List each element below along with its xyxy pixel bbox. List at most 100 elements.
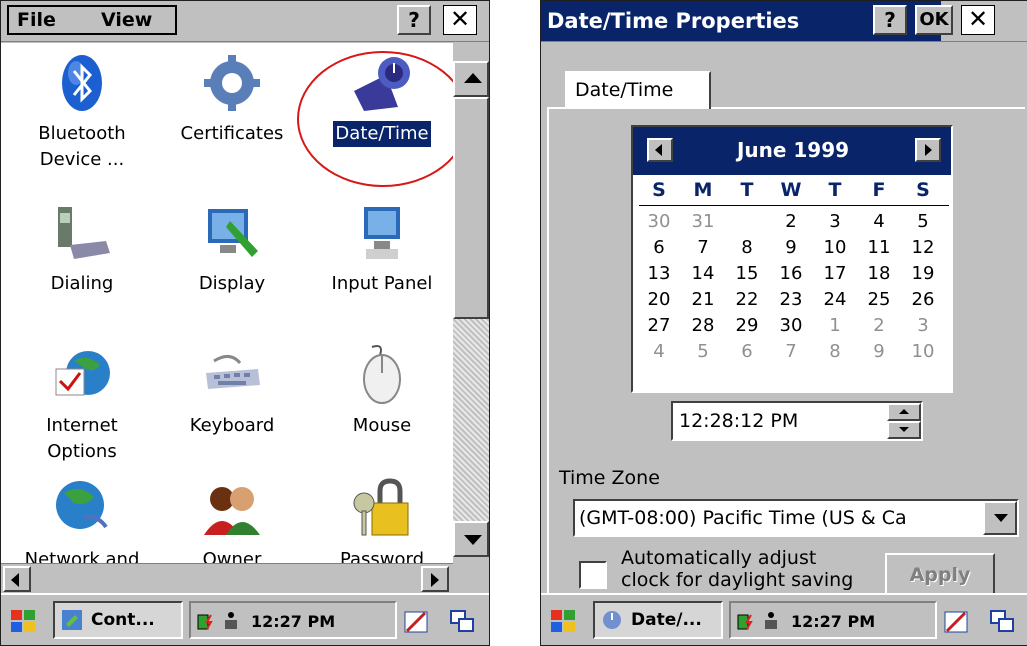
- cp-item-bluetooth[interactable]: Bluetooth Device ...: [7, 51, 157, 173]
- calendar-day[interactable]: 19: [903, 261, 943, 287]
- task-button[interactable]: Date/...: [593, 601, 723, 639]
- next-month-button[interactable]: [915, 138, 941, 162]
- help-button[interactable]: ?: [873, 5, 907, 35]
- time-spinner[interactable]: [887, 403, 921, 439]
- start-icon[interactable]: [549, 607, 577, 635]
- calendar-day[interactable]: 1: [815, 313, 855, 339]
- network-status-icon[interactable]: [221, 611, 241, 631]
- calendar-day[interactable]: 5: [683, 339, 723, 365]
- cp-item-certificates[interactable]: Certificates: [157, 51, 307, 147]
- calendar-day[interactable]: 10: [903, 339, 943, 365]
- input-toggle-icon[interactable]: [403, 609, 429, 635]
- calendar-day[interactable]: 2: [771, 209, 811, 235]
- calendar-day[interactable]: 4: [639, 339, 679, 365]
- scroll-thumb[interactable]: [453, 97, 489, 319]
- calendar-day[interactable]: 24: [815, 287, 855, 313]
- time-zone-select[interactable]: (GMT-08:00) Pacific Time (US & Ca: [573, 499, 1019, 537]
- calendar-day[interactable]: 3: [815, 209, 855, 235]
- calendar-day[interactable]: 8: [727, 235, 767, 261]
- calendar-day[interactable]: 30: [771, 313, 811, 339]
- calendar-day[interactable]: 20: [639, 287, 679, 313]
- calendar-day[interactable]: 9: [859, 339, 899, 365]
- cp-item-owner[interactable]: Owner: [157, 477, 307, 563]
- calendar-day[interactable]: 12: [903, 235, 943, 261]
- time-zone-dropdown-button[interactable]: [983, 501, 1017, 535]
- scroll-left-button[interactable]: [3, 566, 31, 592]
- auto-dst-checkbox[interactable]: [579, 561, 607, 589]
- calendar-day[interactable]: 10: [815, 235, 855, 261]
- cp-item-internet-options[interactable]: Internet Options: [7, 343, 157, 465]
- calendar-day[interactable]: 7: [771, 339, 811, 365]
- file-menu[interactable]: File: [17, 9, 56, 31]
- h-scroll-thumb[interactable]: [31, 566, 421, 592]
- horizontal-scrollbar[interactable]: [1, 563, 453, 594]
- calendar[interactable]: June 1999 SMTWTFS 30 31 1 2 3 4 5 6 7 8 9 10 11 12 13 1…: [631, 125, 953, 393]
- task-button[interactable]: Cont...: [53, 601, 183, 639]
- cp-item-password[interactable]: Password: [307, 477, 453, 563]
- scroll-up-button[interactable]: [453, 61, 489, 97]
- calendar-day[interactable]: 6: [727, 339, 767, 365]
- owner-icon: [200, 477, 264, 541]
- calendar-day[interactable]: 29: [727, 313, 767, 339]
- calendar-day[interactable]: 8: [815, 339, 855, 365]
- calendar-day[interactable]: 2: [859, 313, 899, 339]
- clock[interactable]: 12:27 PM: [251, 612, 335, 631]
- calendar-day[interactable]: 23: [771, 287, 811, 313]
- cp-item-keyboard[interactable]: Keyboard: [157, 343, 307, 439]
- calendar-day[interactable]: 14: [683, 261, 723, 287]
- weekday-label: T: [740, 179, 754, 201]
- windows-switch-icon[interactable]: [449, 609, 475, 635]
- calendar-day[interactable]: 11: [859, 235, 899, 261]
- calendar-day[interactable]: 31: [683, 209, 723, 235]
- cp-item-mouse[interactable]: Mouse: [307, 343, 453, 439]
- prev-month-button[interactable]: [647, 138, 673, 162]
- title-bar: Date/Time Properties ? OK ✕: [541, 1, 1027, 42]
- calendar-day[interactable]: 4: [859, 209, 899, 235]
- help-button[interactable]: ?: [397, 5, 431, 35]
- calendar-day[interactable]: 9: [771, 235, 811, 261]
- view-menu[interactable]: View: [101, 9, 152, 31]
- menu-box: File View: [7, 5, 177, 35]
- time-field[interactable]: 12:28:12 PM: [671, 401, 923, 441]
- calendar-day[interactable]: 3: [903, 313, 943, 339]
- windows-switch-icon[interactable]: [989, 609, 1015, 635]
- calendar-day[interactable]: 17: [815, 261, 855, 287]
- cp-item-display[interactable]: Display: [157, 201, 307, 297]
- cp-item-dialing[interactable]: Dialing: [7, 201, 157, 297]
- cp-item-input-panel[interactable]: Input Panel: [307, 201, 453, 297]
- calendar-day[interactable]: 25: [859, 287, 899, 313]
- calendar-day[interactable]: 26: [903, 287, 943, 313]
- scroll-right-button[interactable]: [421, 566, 449, 592]
- calendar-day[interactable]: 16: [771, 261, 811, 287]
- close-button[interactable]: ✕: [443, 5, 477, 35]
- calendar-day[interactable]: 13: [639, 261, 679, 287]
- calendar-day-selected[interactable]: 1: [727, 209, 767, 235]
- input-toggle-icon[interactable]: [943, 609, 969, 635]
- battery-icon[interactable]: [735, 611, 755, 631]
- calendar-day[interactable]: 15: [727, 261, 767, 287]
- calendar-day[interactable]: 27: [639, 313, 679, 339]
- ok-button[interactable]: OK: [915, 5, 953, 35]
- tab-date-time[interactable]: Date/Time: [565, 71, 711, 109]
- scroll-down-button[interactable]: [453, 521, 489, 557]
- spin-down-button[interactable]: [887, 421, 921, 439]
- cp-item-network[interactable]: Network and: [7, 477, 157, 563]
- network-status-icon[interactable]: [761, 611, 781, 631]
- cp-label-2: Device ...: [39, 149, 125, 170]
- clock[interactable]: 12:27 PM: [791, 612, 875, 631]
- battery-icon[interactable]: [195, 611, 215, 631]
- close-button[interactable]: ✕: [961, 5, 995, 35]
- calendar-day[interactable]: 5: [903, 209, 943, 235]
- spin-up-button[interactable]: [887, 403, 921, 421]
- calendar-day[interactable]: 21: [683, 287, 723, 313]
- start-icon[interactable]: [9, 607, 37, 635]
- calendar-day[interactable]: 30: [639, 209, 679, 235]
- vertical-scrollbar[interactable]: [453, 43, 489, 563]
- apply-button[interactable]: Apply: [885, 553, 995, 597]
- calendar-day[interactable]: 6: [639, 235, 679, 261]
- calendar-day[interactable]: 22: [727, 287, 767, 313]
- calendar-day[interactable]: 28: [683, 313, 723, 339]
- calendar-day[interactable]: 18: [859, 261, 899, 287]
- calendar-month[interactable]: June 1999: [683, 138, 903, 162]
- calendar-day[interactable]: 7: [683, 235, 723, 261]
